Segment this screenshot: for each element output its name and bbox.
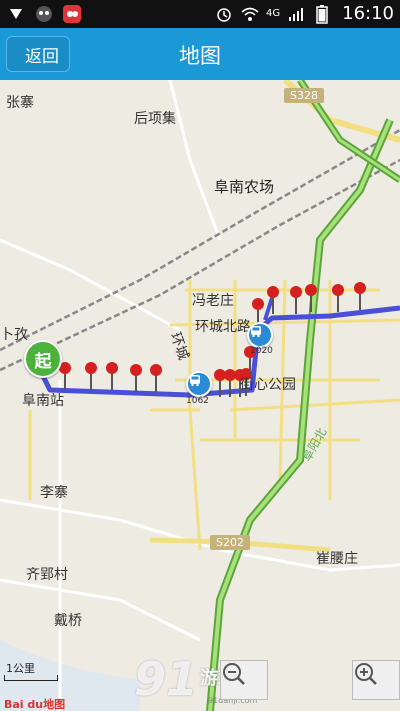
route-pin (106, 362, 118, 390)
road-badge-s328: S328 (284, 88, 324, 103)
network-type: 4G (266, 8, 281, 19)
page-title: 地图 (179, 44, 221, 68)
place-label: 阜南农场 (214, 178, 275, 196)
start-marker[interactable]: 起 (24, 340, 62, 378)
route-pin (85, 362, 97, 390)
title-bar: 返回 地图 (0, 28, 400, 80)
watermark-logo: 91 (134, 652, 199, 706)
place-label: 戴桥 (54, 613, 82, 629)
signal-icon (286, 4, 306, 24)
alarm-icon (214, 4, 234, 24)
bus-number: 1062 (186, 396, 209, 406)
bus-stop-icon[interactable] (247, 322, 273, 348)
zoom-in-button[interactable] (352, 660, 400, 700)
baidu-logo: Bai du地图 (4, 698, 66, 711)
place-label: 冯老庄 (192, 293, 234, 309)
route-pin (332, 284, 344, 312)
place-label: 崔腰庄 (316, 551, 358, 567)
owl-icon (34, 4, 54, 24)
zoom-out-icon (223, 663, 245, 685)
app-notification-icon (62, 4, 82, 24)
map-scale-bar (4, 675, 58, 681)
place-label: 街心公园 (240, 377, 296, 393)
status-time: 16:10 (342, 3, 394, 24)
map-scale-label: 1公里 (6, 662, 35, 675)
map-view[interactable]: S328 S202 张寨 后项集 阜南农场 冯老庄 环城北路 阜南站 环城 街心… (0, 80, 400, 711)
highway (206, 80, 400, 711)
zoom-in-icon (355, 663, 377, 685)
place-label: 后项集 (134, 111, 176, 127)
zoom-out-button[interactable] (220, 660, 268, 700)
wifi-icon (240, 4, 260, 24)
shield-icon (6, 4, 26, 24)
place-label: 环城北路 (195, 319, 251, 335)
place-label: 齐郢村 (26, 567, 68, 583)
status-bar: 4G 16:10 (0, 0, 400, 28)
place-label: 卜孜 (0, 327, 28, 343)
battery-icon (312, 4, 332, 24)
road-badge-s202: S202 (210, 535, 250, 550)
place-label: 李寨 (40, 485, 68, 501)
bus-number: 1020 (250, 346, 273, 356)
place-label: 张寨 (6, 95, 34, 111)
route-pin (130, 364, 142, 392)
bus-stop-icon[interactable] (186, 371, 212, 397)
route-pin (290, 286, 302, 314)
place-label: 阜南站 (22, 393, 64, 409)
route-pin (354, 282, 366, 310)
route-pin (150, 364, 162, 392)
